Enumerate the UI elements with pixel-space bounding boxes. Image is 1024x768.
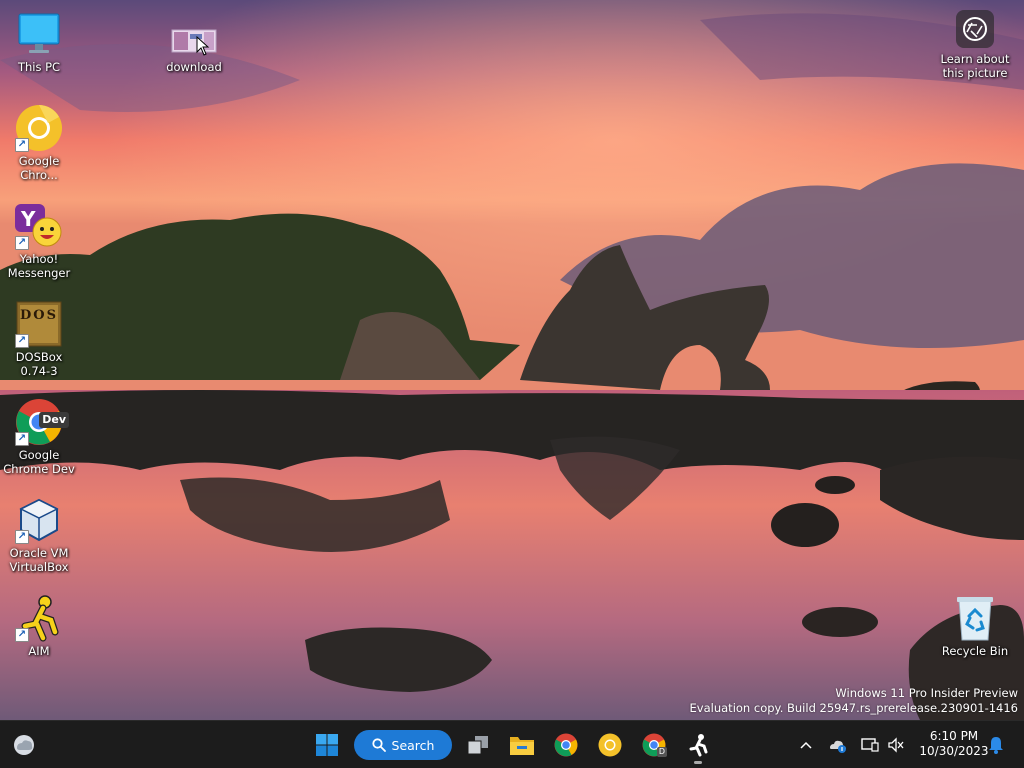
desktop-icon-label: Yahoo! Messenger — [7, 252, 71, 280]
onedrive-status-button[interactable] — [828, 735, 848, 755]
volume-button[interactable] — [886, 735, 906, 755]
this-pc-icon[interactable]: This PC — [1, 10, 77, 74]
chrome-icon — [554, 733, 578, 757]
shortcut-arrow-icon: ↗ — [15, 432, 29, 446]
shortcut-arrow-icon: ↗ — [15, 236, 29, 250]
shortcut-arrow-icon: ↗ — [15, 530, 29, 544]
chrome-canary-taskbar-button[interactable] — [594, 729, 626, 761]
network-button[interactable] — [860, 735, 880, 755]
search-icon — [371, 738, 386, 752]
dosbox-icon[interactable]: DOS ↗ DOSBox 0.74-3 — [1, 300, 77, 378]
dev-badge: Dev — [39, 412, 69, 428]
taskbar: Search D 6:10 PM 10/30/2023 — [0, 720, 1024, 768]
running-indicator — [694, 761, 702, 764]
start-button[interactable] — [310, 729, 344, 761]
yahoo-messenger-icon[interactable]: Y ↗ Yahoo! Messenger — [1, 202, 77, 280]
windows-logo-icon — [316, 734, 338, 756]
bell-icon — [989, 737, 1003, 754]
folder-icon — [510, 737, 534, 755]
virtualbox-cube-icon: ↗ — [15, 496, 63, 544]
learn-about-picture-button[interactable]: Learn about this picture — [934, 10, 1016, 80]
mouse-cursor-icon — [196, 36, 210, 56]
yahoo-smiley-icon: Y ↗ — [15, 202, 63, 250]
evaluation-watermark: Windows 11 Pro Insider Preview Evaluatio… — [690, 686, 1018, 715]
show-hidden-icons-button[interactable] — [796, 735, 816, 755]
chrome-dev-badge: D — [656, 747, 667, 757]
aim-running-man-icon: ↗ — [15, 594, 63, 642]
desktop-icon-label: Google Chrome Dev — [3, 448, 75, 476]
aim-icon[interactable]: ↗ AIM — [1, 594, 77, 658]
file-explorer-taskbar-button[interactable] — [506, 729, 538, 761]
task-view-button[interactable] — [462, 729, 494, 761]
recycle-bin-can-icon — [951, 594, 999, 642]
chevron-up-icon — [800, 741, 812, 749]
desktop-icon-label: Google Chro... — [18, 154, 60, 182]
chrome-canary-icon — [598, 733, 622, 757]
chrome-canary-icon: ↗ — [15, 104, 63, 152]
google-chrome-dev-icon[interactable]: Dev ↗ Google Chrome Dev — [1, 398, 77, 476]
weather-cloud-icon — [14, 735, 34, 755]
learn-about-picture-label: Learn about this picture — [940, 52, 1010, 80]
shortcut-arrow-icon: ↗ — [15, 334, 29, 348]
dosbox-box-icon: DOS ↗ — [15, 300, 63, 348]
network-monitor-icon — [861, 738, 879, 752]
desktop-wallpaper — [0, 0, 1024, 720]
image-thumbnail-icon — [170, 10, 218, 58]
cloud-info-icon — [830, 740, 846, 753]
dosbox-letters: DOS — [20, 308, 58, 323]
shortcut-arrow-icon: ↗ — [15, 138, 29, 152]
google-chrome-icon[interactable]: ↗ Google Chro... — [1, 104, 77, 182]
widgets-button[interactable] — [8, 729, 40, 761]
clock-time: 6:10 PM — [929, 729, 979, 743]
aim-running-man-icon — [689, 734, 708, 757]
shortcut-arrow-icon: ↗ — [15, 628, 29, 642]
search-label: Search — [391, 737, 435, 753]
desktop-icon-label: Oracle VM VirtualBox — [9, 546, 69, 574]
watermark-line-1: Windows 11 Pro Insider Preview — [835, 686, 1018, 700]
aim-taskbar-button[interactable] — [682, 729, 714, 764]
desktop-icon-label: AIM — [28, 644, 50, 658]
chrome-taskbar-button[interactable] — [550, 729, 582, 761]
desktop-icon-label: download — [166, 60, 222, 74]
chrome-dev-taskbar-button[interactable]: D — [638, 729, 670, 761]
recycle-bin-icon[interactable]: Recycle Bin — [937, 594, 1013, 658]
chrome-dev-logo-icon: Dev ↗ — [15, 398, 69, 446]
notifications-button[interactable] — [986, 735, 1006, 755]
monitor-icon — [15, 10, 63, 58]
desktop-icon-label: This PC — [17, 60, 61, 74]
desktop-icon-label: DOSBox 0.74-3 — [15, 350, 63, 378]
oracle-vm-virtualbox-icon[interactable]: ↗ Oracle VM VirtualBox — [1, 496, 77, 574]
task-view-icon — [467, 736, 488, 755]
taskbar-search-button[interactable]: Search — [354, 730, 452, 760]
desktop-icon-label: Recycle Bin — [941, 644, 1009, 658]
camera-lens-icon — [956, 10, 994, 48]
taskbar-clock[interactable]: 6:10 PM 10/30/2023 — [912, 729, 996, 759]
speaker-muted-icon — [888, 737, 904, 753]
clock-date: 10/30/2023 — [919, 744, 989, 758]
download-file-icon[interactable]: download — [156, 10, 232, 74]
watermark-line-2: Evaluation copy. Build 25947.rs_prerelea… — [689, 700, 1018, 715]
